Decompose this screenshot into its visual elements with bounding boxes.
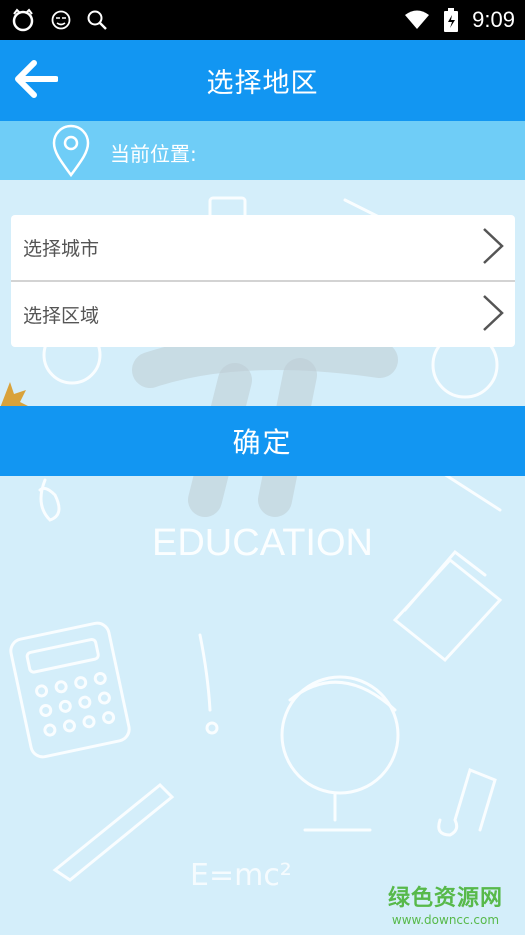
select-city-label: 选择城市 xyxy=(23,238,100,260)
confirm-button[interactable]: 确定 xyxy=(0,406,525,476)
status-bar: 9:09 xyxy=(0,0,525,40)
current-location-label: 当前位置: xyxy=(110,142,197,166)
app-bar: 选择地区 xyxy=(0,40,525,121)
site-watermark: 绿色资源网 www.downcc.com xyxy=(388,880,503,927)
select-district-label: 选择区域 xyxy=(23,305,100,327)
cat-icon xyxy=(10,8,36,32)
region-selection-card: 选择城市 选择区域 xyxy=(11,215,515,347)
search-icon xyxy=(86,9,108,31)
select-city-row[interactable]: 选择城市 xyxy=(11,215,515,280)
chevron-right-icon xyxy=(481,226,505,270)
select-district-row[interactable]: 选择区域 xyxy=(11,280,515,347)
battery-icon xyxy=(444,8,459,32)
location-pin-icon xyxy=(50,124,92,182)
wifi-icon xyxy=(404,9,430,31)
page-title: 选择地区 xyxy=(206,68,319,99)
current-location-bar: 当前位置: xyxy=(0,121,525,180)
chevron-right-icon xyxy=(481,293,505,337)
emoji-icon xyxy=(50,9,72,31)
status-time: 9:09 xyxy=(472,7,515,32)
education-logo-text: EDUCATION xyxy=(152,522,373,564)
back-arrow-icon xyxy=(12,59,59,103)
watermark-title: 绿色资源网 xyxy=(387,886,503,911)
svg-text:E=mc²: E=mc² xyxy=(190,858,292,893)
back-button[interactable] xyxy=(10,56,60,106)
watermark-url: www.downcc.com xyxy=(391,913,500,927)
